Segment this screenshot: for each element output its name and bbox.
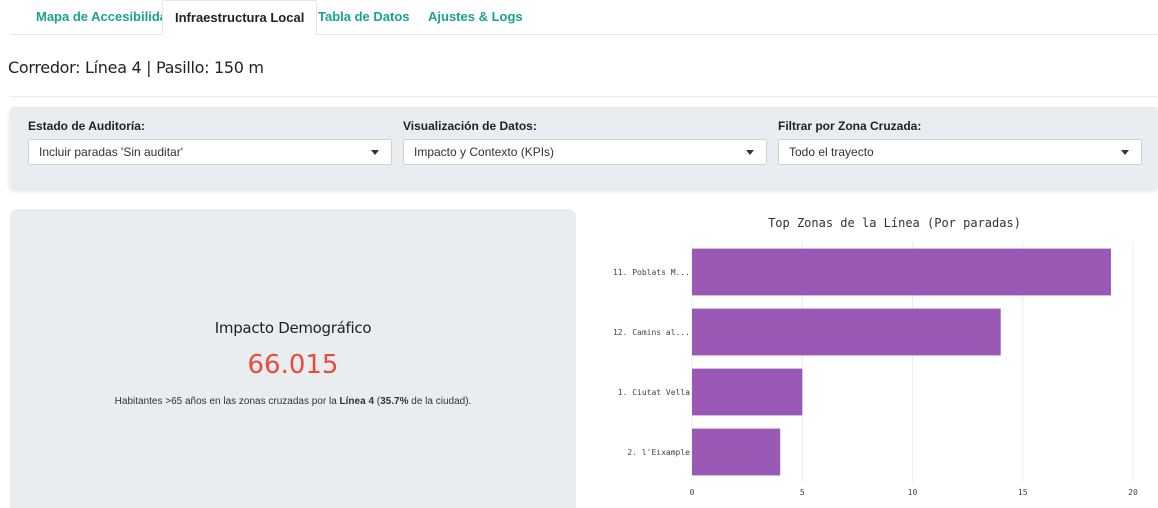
x-tick-label: 0 [690,488,695,497]
audit-status-value: Incluir paradas 'Sin auditar' [39,145,183,159]
kpi-title: Impacto Demográfico [214,319,372,337]
x-tick-label: 5 [800,488,805,497]
x-tick-label: 10 [908,488,918,497]
bar[interactable] [692,368,803,416]
x-tick-label: 15 [1018,488,1028,497]
kpi-card: Impacto Demográfico 66.015 Habitantes >6… [10,209,576,508]
data-visualization-value: Impacto y Contexto (KPIs) [414,145,555,159]
y-tick-label: 1. Ciutat Vella [618,388,690,397]
tab-infraestructura-local[interactable]: Infraestructura Local [162,0,318,35]
kpi-description: Habitantes >65 años en las zonas cruzada… [10,396,576,407]
kpi-desc-line: Línea 4 [339,396,375,407]
chevron-down-icon [746,150,754,155]
audit-status-select[interactable]: Incluir paradas 'Sin auditar' [28,139,392,165]
tab-tabla-datos[interactable]: Tabla de Datos [306,0,422,34]
chevron-down-icon [371,150,379,155]
kpi-desc-pct: 35.7% [380,396,409,407]
top-zones-chart: Top Zonas de la Línea (Por paradas) 0 5 10… [613,216,1138,497]
filter-panel: Estado de Auditoría: Incluir paradas 'Si… [10,107,1158,189]
audit-filter-group: Estado de Auditoría: Incluir paradas 'Si… [28,119,392,165]
bar[interactable] [692,308,1001,356]
y-tick-label: 12. Camins al... [613,328,690,337]
chart-title: Top Zonas de la Línea (Por paradas) [768,216,1021,230]
divider [10,96,1158,97]
zone-filter-label: Filtrar por Zona Cruzada: [778,119,922,133]
data-visualization-select[interactable]: Impacto y Contexto (KPIs) [403,139,767,165]
audit-filter-label: Estado de Auditoría: [28,119,145,133]
viz-filter-group: Visualización de Datos: Impacto y Contex… [403,119,767,165]
bar[interactable] [692,428,781,476]
y-tick-label: 11. Poblats M... [613,268,690,277]
zone-filter-value: Todo el trayecto [789,145,874,159]
x-tick-label: 20 [1128,488,1138,497]
kpi-desc-suffix: de la ciudad). [408,396,472,407]
page-title: Corredor: Línea 4 | Pasillo: 150 m [8,58,264,77]
y-tick-label: 2. l'Eixample [627,448,690,457]
kpi-value: 66.015 [247,350,339,380]
zone-filter-select[interactable]: Todo el trayecto [778,139,1142,165]
bar[interactable] [692,248,1111,296]
zone-filter-group: Filtrar por Zona Cruzada: Todo el trayec… [778,119,1142,165]
tab-ajustes-logs[interactable]: Ajustes & Logs [416,0,535,34]
chevron-down-icon [1121,150,1129,155]
kpi-desc-prefix: Habitantes >65 años en las zonas cruzada… [114,396,340,407]
viz-filter-label: Visualización de Datos: [403,119,537,133]
tab-bar: Mapa de Accesibilidad Infraestructura Lo… [10,0,1158,35]
